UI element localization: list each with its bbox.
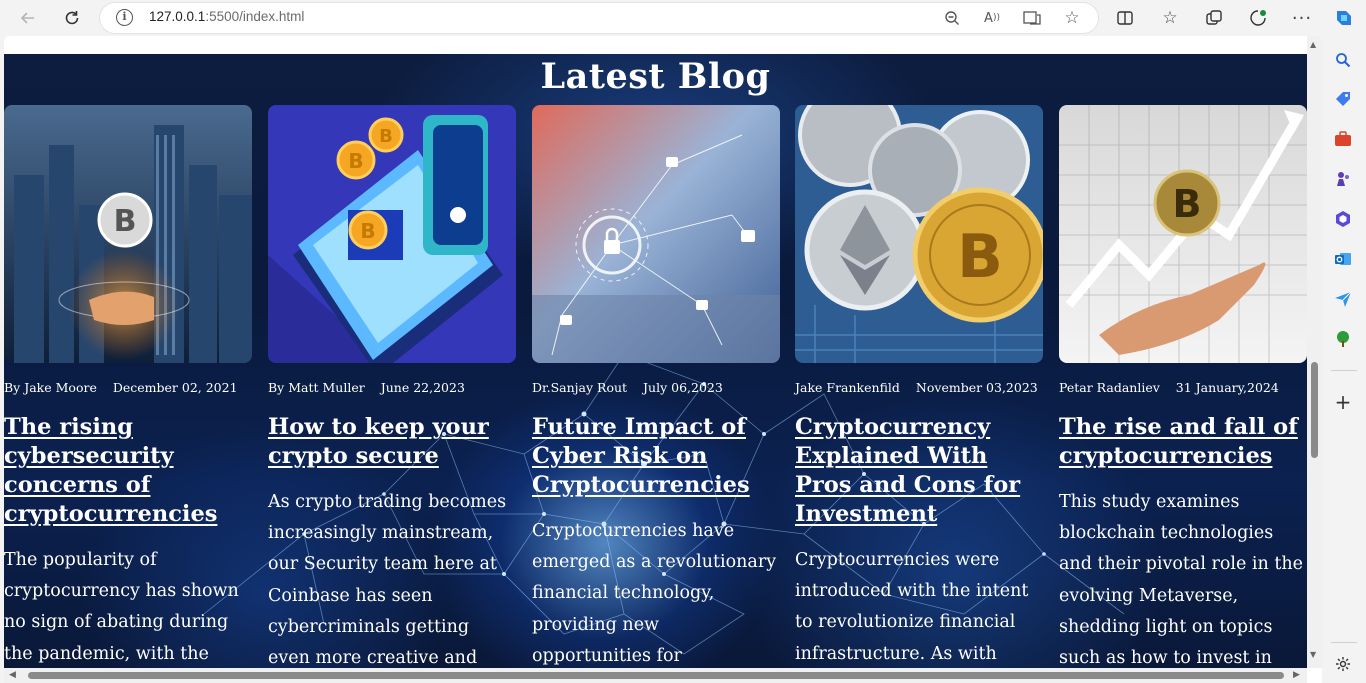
add-plus-icon[interactable]: + — [1332, 390, 1354, 414]
favorite-star-icon[interactable]: ☆ — [1060, 6, 1084, 30]
svg-text:B: B — [114, 204, 137, 239]
scroll-right-arrow-icon[interactable]: ▶ — [1293, 670, 1300, 680]
post-date: December 02, 2021 — [112, 380, 238, 395]
back-arrow-icon[interactable] — [14, 4, 42, 32]
copilot-icon[interactable] — [1330, 4, 1358, 32]
post-date: June 22,2023 — [380, 380, 465, 395]
address-bar[interactable]: i 127.0.0.1:5500/index.html A)) ☆ — [100, 3, 1098, 33]
blog-post-excerpt: As crypto trading becomes increasingly m… — [268, 492, 507, 668]
blog-post-title-link[interactable]: Future Impact of Cyber Risk on Cryptocur… — [532, 413, 780, 500]
read-aloud-icon[interactable]: A)) — [980, 6, 1004, 30]
scroll-left-arrow-icon[interactable]: ◀ — [9, 670, 16, 680]
collections-icon[interactable] — [1200, 4, 1228, 32]
blog-card-image[interactable]: B — [4, 105, 252, 363]
blog-post-title-link[interactable]: The rise and fall of cryptocurrencies — [1059, 413, 1307, 471]
blog-card-image[interactable]: B — [795, 105, 1043, 363]
scroll-up-arrow-icon[interactable]: ▲ — [1310, 40, 1316, 49]
tools-briefcase-icon[interactable] — [1332, 128, 1354, 150]
section-heading: Latest Blog — [540, 56, 771, 97]
blog-card-image[interactable] — [532, 105, 780, 363]
blog-post-excerpt: This study examines blockchain technolog… — [1059, 492, 1304, 668]
author-name: By Matt Muller — [268, 380, 365, 395]
svg-text:B: B — [1173, 182, 1202, 226]
svg-text:B: B — [379, 126, 393, 147]
horizontal-scrollbar[interactable]: ◀ ▶ — [4, 668, 1307, 683]
blog-card: B Petar Radanliev 31 January,2024 The ris… — [1059, 105, 1307, 668]
vertical-scroll-thumb[interactable] — [1311, 362, 1318, 458]
search-icon[interactable] — [1332, 49, 1354, 71]
blog-post-title-link[interactable]: Cryptocurrency Explained With Pros and C… — [795, 413, 1043, 529]
refresh-icon[interactable] — [58, 4, 86, 32]
edge-sidebar: + — [1322, 36, 1366, 683]
blog-section: Latest Blog B By Jake Moore December 02,… — [4, 54, 1307, 668]
favorites-icon[interactable]: ☆ — [1156, 4, 1184, 32]
blog-card: Dr.Sanjay Rout July 06,2023 Future Impact… — [532, 105, 780, 668]
svg-text:B: B — [360, 219, 375, 243]
blog-post-title-link[interactable]: How to keep your crypto secure — [268, 413, 516, 471]
browser-toolbar: i 127.0.0.1:5500/index.html A)) ☆ ☆ ··· — [0, 0, 1366, 36]
svg-text:B: B — [348, 149, 363, 173]
author-name: By Jake Moore — [4, 380, 97, 395]
more-options-icon[interactable]: ··· — [1288, 4, 1316, 32]
send-plane-icon[interactable] — [1332, 288, 1354, 310]
author-name: Dr.Sanjay Rout — [532, 380, 628, 395]
blog-post-title-link[interactable]: The rising cybersecurity concerns of cry… — [4, 413, 252, 529]
blog-card: B B B By Matt Muller June 22,2023 How to … — [268, 105, 516, 668]
author-name: Jake Frankenfild — [795, 380, 900, 395]
split-screen-icon[interactable] — [1111, 4, 1139, 32]
microsoft-365-icon[interactable] — [1332, 208, 1354, 230]
browser-essentials-icon[interactable] — [1244, 4, 1272, 32]
site-info-icon[interactable]: i — [116, 9, 133, 26]
post-date: November 03,2023 — [915, 380, 1038, 395]
blog-card-image[interactable]: B — [1059, 105, 1307, 363]
vertical-scrollbar[interactable]: ▲ ▼ — [1307, 36, 1322, 668]
shopping-tag-icon[interactable] — [1332, 88, 1354, 110]
post-date: July 06,2023 — [643, 380, 723, 395]
post-date: 31 January,2024 — [1175, 380, 1279, 395]
blog-post-excerpt: Cryptocurrencies were introduced with th… — [795, 550, 1029, 664]
horizontal-scroll-thumb[interactable] — [28, 672, 1284, 679]
blog-post-excerpt: The popularity of cryptocurrency has sho… — [4, 550, 239, 664]
scroll-down-arrow-icon[interactable]: ▼ — [1310, 650, 1316, 659]
svg-text:B: B — [957, 222, 1003, 292]
blog-card-image[interactable]: B B B — [268, 105, 516, 363]
page-viewport: Latest Blog B By Jake Moore December 02,… — [4, 36, 1322, 683]
games-chess-icon[interactable] — [1332, 168, 1354, 190]
author-name: Petar Radanliev — [1059, 380, 1160, 395]
blog-card: B Jake Frankenfild November 03,2023 Crypt… — [795, 105, 1043, 668]
tree-icon[interactable] — [1332, 328, 1354, 350]
sidebar-divider — [1331, 370, 1357, 371]
outlook-icon[interactable] — [1332, 248, 1354, 270]
sidebar-divider — [1331, 642, 1357, 643]
settings-gear-icon[interactable] — [1332, 653, 1354, 675]
zoom-out-icon[interactable] — [940, 6, 964, 30]
address-url[interactable]: 127.0.0.1:5500/index.html — [149, 9, 304, 24]
blog-post-excerpt: Cryptocurrencies have emerged as a revol… — [532, 521, 777, 666]
immersive-reader-icon[interactable] — [1020, 6, 1044, 30]
blog-card: B By Jake Moore December 02, 2021 The ris… — [4, 105, 252, 668]
